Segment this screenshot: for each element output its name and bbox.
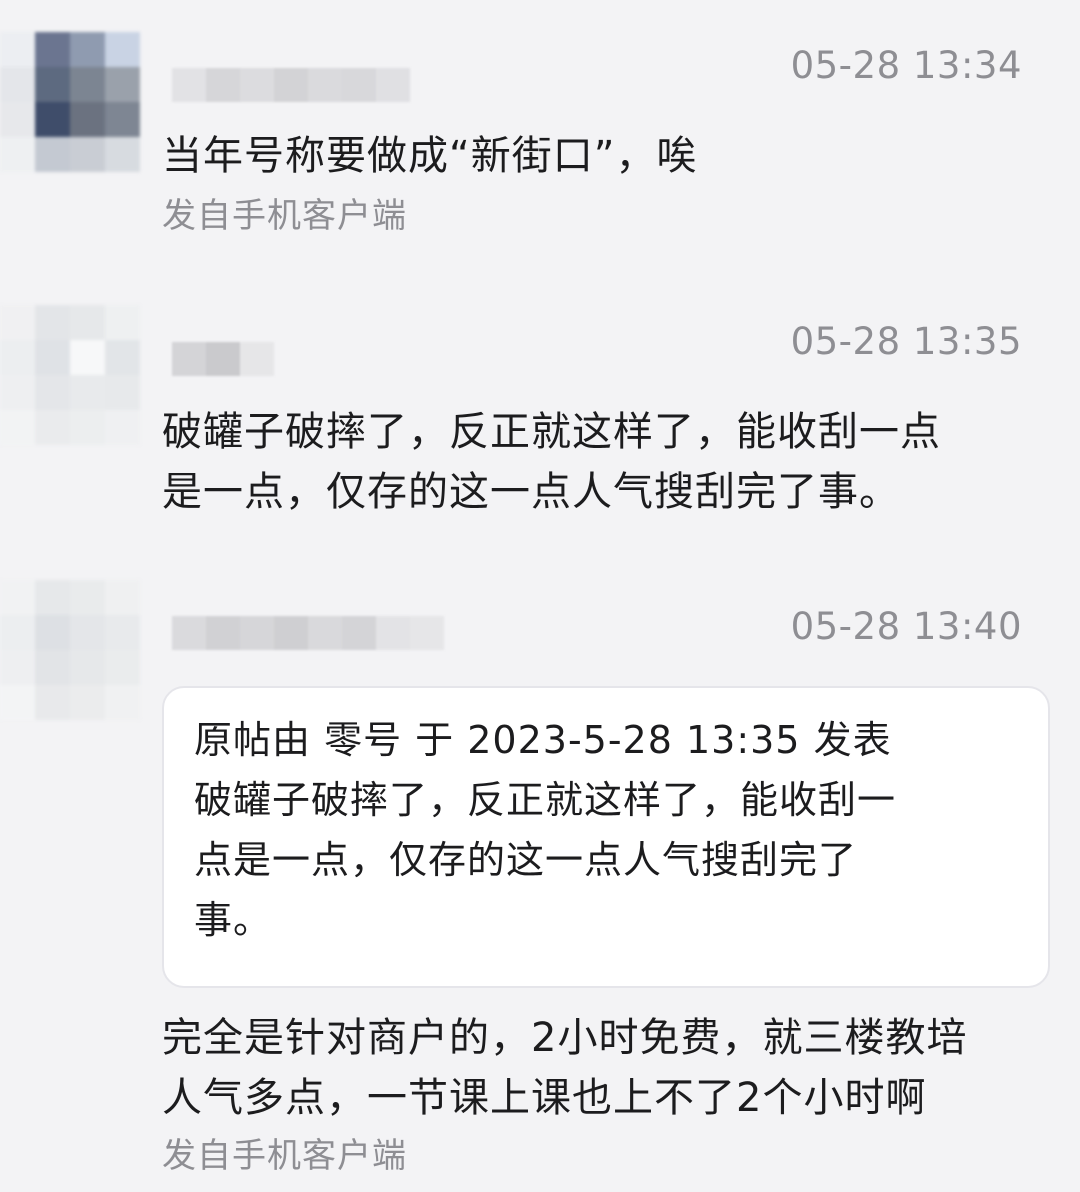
avatar[interactable] [0, 32, 140, 172]
content-line: 是一点，仅存的这一点人气搜刮完了事。 [162, 469, 900, 515]
quote-line: 点是一点，仅存的这一点人气搜刮完了 [194, 838, 858, 882]
post-time: 05-28 13:35 [790, 320, 1022, 363]
content-line: 当年号称要做成“新街口”，唉 [162, 133, 698, 179]
content-line: 人气多点，一节课上课也上不了2个小时啊 [162, 1075, 927, 1121]
content-line: 完全是针对商户的，2小时免费，就三楼教培 [162, 1015, 968, 1061]
post-content: 破罐子破摔了，反正就这样了，能收刮一点 是一点，仅存的这一点人气搜刮完了事。 [162, 402, 1052, 522]
post-source: 发自手机客户端 [162, 1136, 407, 1176]
quote-line: 破罐子破摔了，反正就这样了，能收刮一 [194, 778, 897, 822]
content-line: 破罐子破摔了，反正就这样了，能收刮一点 [162, 409, 941, 455]
post-source: 发自手机客户端 [162, 196, 407, 236]
avatar[interactable] [0, 580, 140, 720]
avatar[interactable] [0, 305, 140, 445]
post-content: 完全是针对商户的，2小时免费，就三楼教培 人气多点，一节课上课也上不了2个小时啊 [162, 1008, 1052, 1128]
username-blurred[interactable] [172, 68, 410, 102]
username-blurred[interactable] [172, 342, 274, 376]
post-time: 05-28 13:40 [790, 605, 1022, 648]
post-time: 05-28 13:34 [790, 44, 1022, 87]
post-content: 当年号称要做成“新街口”，唉 [162, 126, 1052, 186]
username-blurred[interactable] [172, 616, 444, 650]
quoted-post: 原帖由 零号 于 2023-5-28 13:35 发表 破罐子破摔了，反正就这样… [162, 686, 1050, 988]
quote-line: 事。 [194, 898, 273, 942]
quote-header: 原帖由 零号 于 2023-5-28 13:35 发表 [194, 718, 892, 762]
